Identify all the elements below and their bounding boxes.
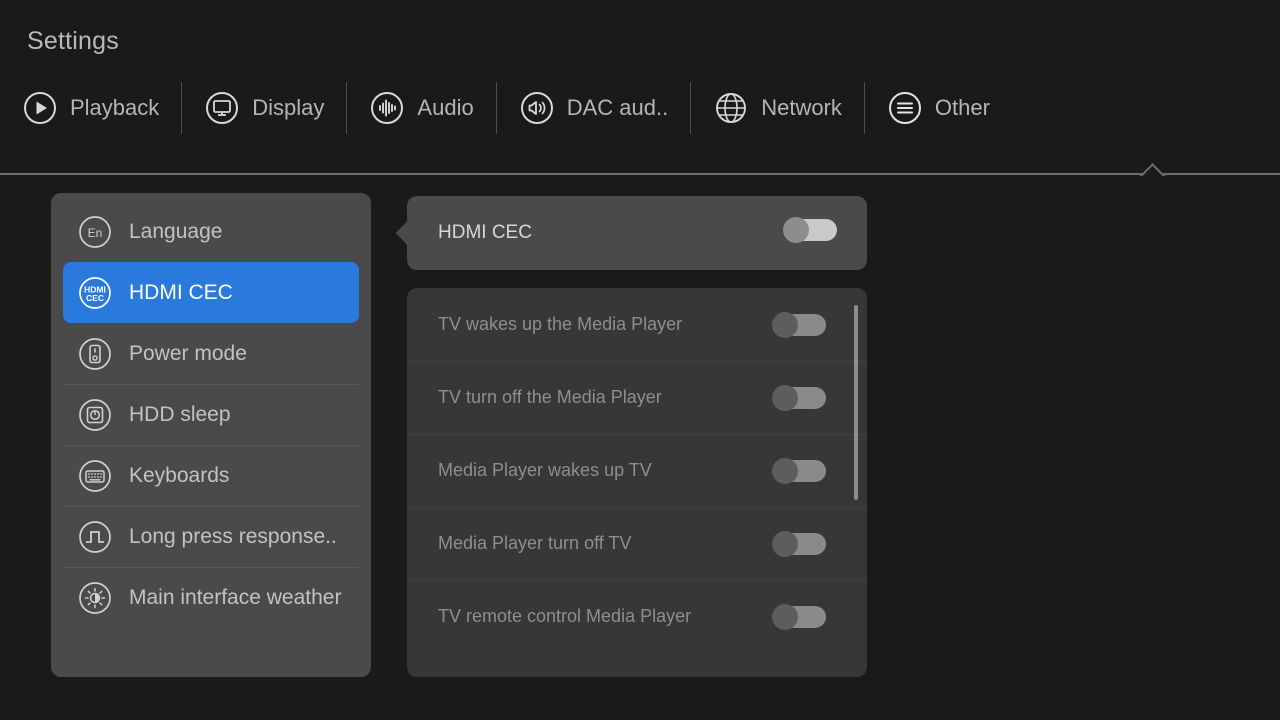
option-row-media-player-wakes-tv[interactable]: Media Player wakes up TV: [407, 434, 867, 507]
card-pointer-arrow: [396, 218, 418, 248]
nav-tab-audio[interactable]: Audio: [347, 78, 495, 138]
hdmi-cec-master-card[interactable]: HDMI CEC: [407, 196, 867, 270]
svg-text:CEC: CEC: [86, 293, 104, 303]
page-title: Settings: [27, 27, 119, 55]
option-toggle[interactable]: [772, 603, 826, 630]
power-mode-icon: [77, 336, 113, 372]
nav-tab-label: Network: [761, 95, 842, 120]
globe-icon: [713, 90, 749, 126]
sidebar-item-main-interface-weather[interactable]: Main interface weather: [63, 567, 359, 628]
sidebar-item-label: HDD sleep: [129, 402, 231, 426]
play-circle-icon: [22, 90, 58, 126]
option-label: Media Player turn off TV: [438, 533, 632, 553]
nav-tab-label: Other: [934, 95, 990, 120]
sidebar-item-long-press-response[interactable]: Long press response..: [63, 506, 359, 567]
scrollbar-thumb[interactable]: [854, 305, 858, 500]
hdmi-cec-master-label: HDMI CEC: [438, 222, 532, 243]
svg-text:En: En: [88, 226, 103, 240]
hdd-sleep-icon: [77, 397, 113, 433]
option-label: TV remote control Media Player: [438, 606, 692, 626]
language-en-icon: En: [77, 214, 113, 250]
option-row-tv-wakes-media-player[interactable]: TV wakes up the Media Player: [407, 288, 867, 361]
sidebar-item-label: Long press response..: [129, 524, 337, 548]
sidebar-item-language[interactable]: En Language: [63, 201, 359, 262]
nav-tab-other[interactable]: Other: [865, 78, 1012, 138]
option-toggle[interactable]: [772, 457, 826, 484]
sun-weather-icon: [77, 580, 113, 616]
top-navigation: Playback Display Audio DAC aud.. Network…: [0, 78, 1280, 138]
option-row-tv-remote-control-media-player[interactable]: TV remote control Media Player: [407, 580, 867, 653]
header-divider: [0, 173, 1280, 175]
sidebar-item-label: Main interface weather: [129, 585, 342, 609]
toggle-knob: [772, 457, 798, 484]
active-tab-indicator: [1138, 160, 1172, 176]
sidebar-item-label: Keyboards: [129, 463, 230, 487]
settings-sidebar: En Language HDMI CEC HDMI CEC Power mode…: [51, 193, 371, 677]
option-row-media-player-turn-off-tv[interactable]: Media Player turn off TV: [407, 507, 867, 580]
sidebar-item-label: Language: [129, 219, 223, 243]
keyboard-icon: [77, 458, 113, 494]
option-row-tv-turn-off-media-player[interactable]: TV turn off the Media Player: [407, 361, 867, 434]
option-label: TV wakes up the Media Player: [438, 314, 683, 334]
pulse-wave-icon: [77, 519, 113, 555]
sidebar-item-keyboards[interactable]: Keyboards: [63, 445, 359, 506]
nav-tab-network[interactable]: Network: [691, 78, 864, 138]
toggle-knob: [783, 217, 809, 243]
nav-tab-dac-audio[interactable]: DAC aud..: [497, 78, 691, 138]
nav-tab-label: Audio: [417, 95, 474, 120]
option-toggle[interactable]: [772, 311, 826, 338]
nav-tab-label: Display: [252, 95, 325, 120]
speaker-icon: [519, 90, 555, 126]
nav-tab-label: Playback: [70, 95, 160, 120]
sidebar-item-power-mode[interactable]: Power mode: [63, 323, 359, 384]
settings-screen: Settings Playback Display Audio DAC aud.…: [0, 0, 1280, 720]
option-label: TV turn off the Media Player: [438, 387, 662, 407]
monitor-icon: [204, 90, 240, 126]
nav-tab-label: DAC aud..: [566, 95, 669, 120]
hamburger-list-icon: [887, 90, 923, 126]
option-label: Media Player wakes up TV: [438, 460, 652, 480]
audio-wave-icon: [369, 90, 405, 126]
option-toggle[interactable]: [772, 384, 826, 411]
toggle-knob: [772, 530, 798, 557]
nav-tab-display[interactable]: Display: [182, 78, 346, 138]
hdmi-cec-icon: HDMI CEC: [77, 275, 113, 311]
sidebar-item-label: Power mode: [129, 341, 247, 365]
hdmi-cec-options-panel: TV wakes up the Media Player TV turn off…: [407, 288, 867, 677]
sidebar-item-hdmi-cec[interactable]: HDMI CEC HDMI CEC: [63, 262, 359, 323]
toggle-knob: [772, 311, 798, 338]
toggle-knob: [772, 384, 798, 411]
sidebar-item-hdd-sleep[interactable]: HDD sleep: [63, 384, 359, 445]
hdmi-cec-master-toggle[interactable]: [783, 217, 837, 243]
toggle-knob: [772, 603, 798, 630]
option-toggle[interactable]: [772, 530, 826, 557]
nav-tab-playback[interactable]: Playback: [0, 78, 181, 138]
sidebar-item-label: HDMI CEC: [129, 280, 233, 304]
